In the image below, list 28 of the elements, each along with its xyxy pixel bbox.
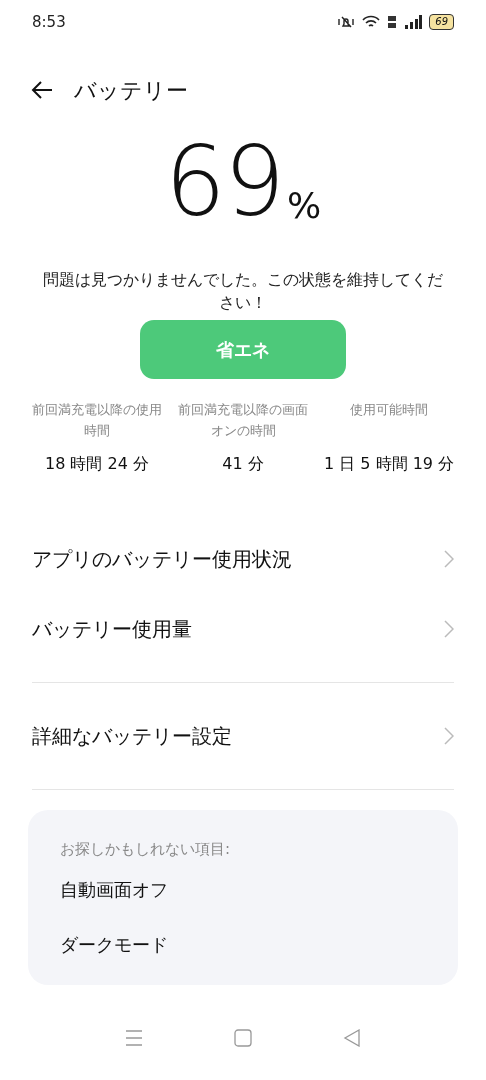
menu-item[interactable]: アプリのバッテリー使用状況 [32,524,454,594]
stat-label: 前回満充電以降の使用時間 [31,401,163,440]
back-arrow-icon[interactable] [30,80,54,100]
mute-icon [337,15,356,29]
stat-value: 41 分 [222,453,264,475]
menu-icon[interactable] [125,1028,144,1047]
signal-icon [404,15,423,29]
suggestion-link[interactable]: ダークモード [60,917,426,971]
stat-value: 18 時間 24 分 [45,453,149,475]
back-icon[interactable] [342,1028,361,1047]
wifi-icon [362,15,381,29]
status-message: 問題は見つかりませんでした。この状態を維持してください！ [43,269,443,314]
chevron-right-icon [444,620,454,638]
status-time: 8:53 [32,11,66,33]
chevron-right-icon [444,550,454,568]
stat-label: 使用可能時間 [349,401,429,419]
chevron-right-icon [444,727,454,745]
percent-sign: % [286,188,322,224]
battery-percent: 69 [164,134,283,230]
suggestions-title: お探しかもしれない項目: [60,839,232,860]
page-title: バッテリー [74,76,188,105]
suggestion-link[interactable]: 自動画面オフ [60,862,426,916]
stat-label: 前回満充電以降の画面オンの時間 [177,401,309,440]
battery-indicator: 69 [429,14,454,30]
home-icon[interactable] [234,1028,252,1047]
stat-value: 1 日 5 時間 19 分 [323,453,455,475]
menu-item[interactable]: 詳細なバッテリー設定 [32,701,454,771]
menu-item[interactable]: バッテリー使用量 [32,594,454,664]
